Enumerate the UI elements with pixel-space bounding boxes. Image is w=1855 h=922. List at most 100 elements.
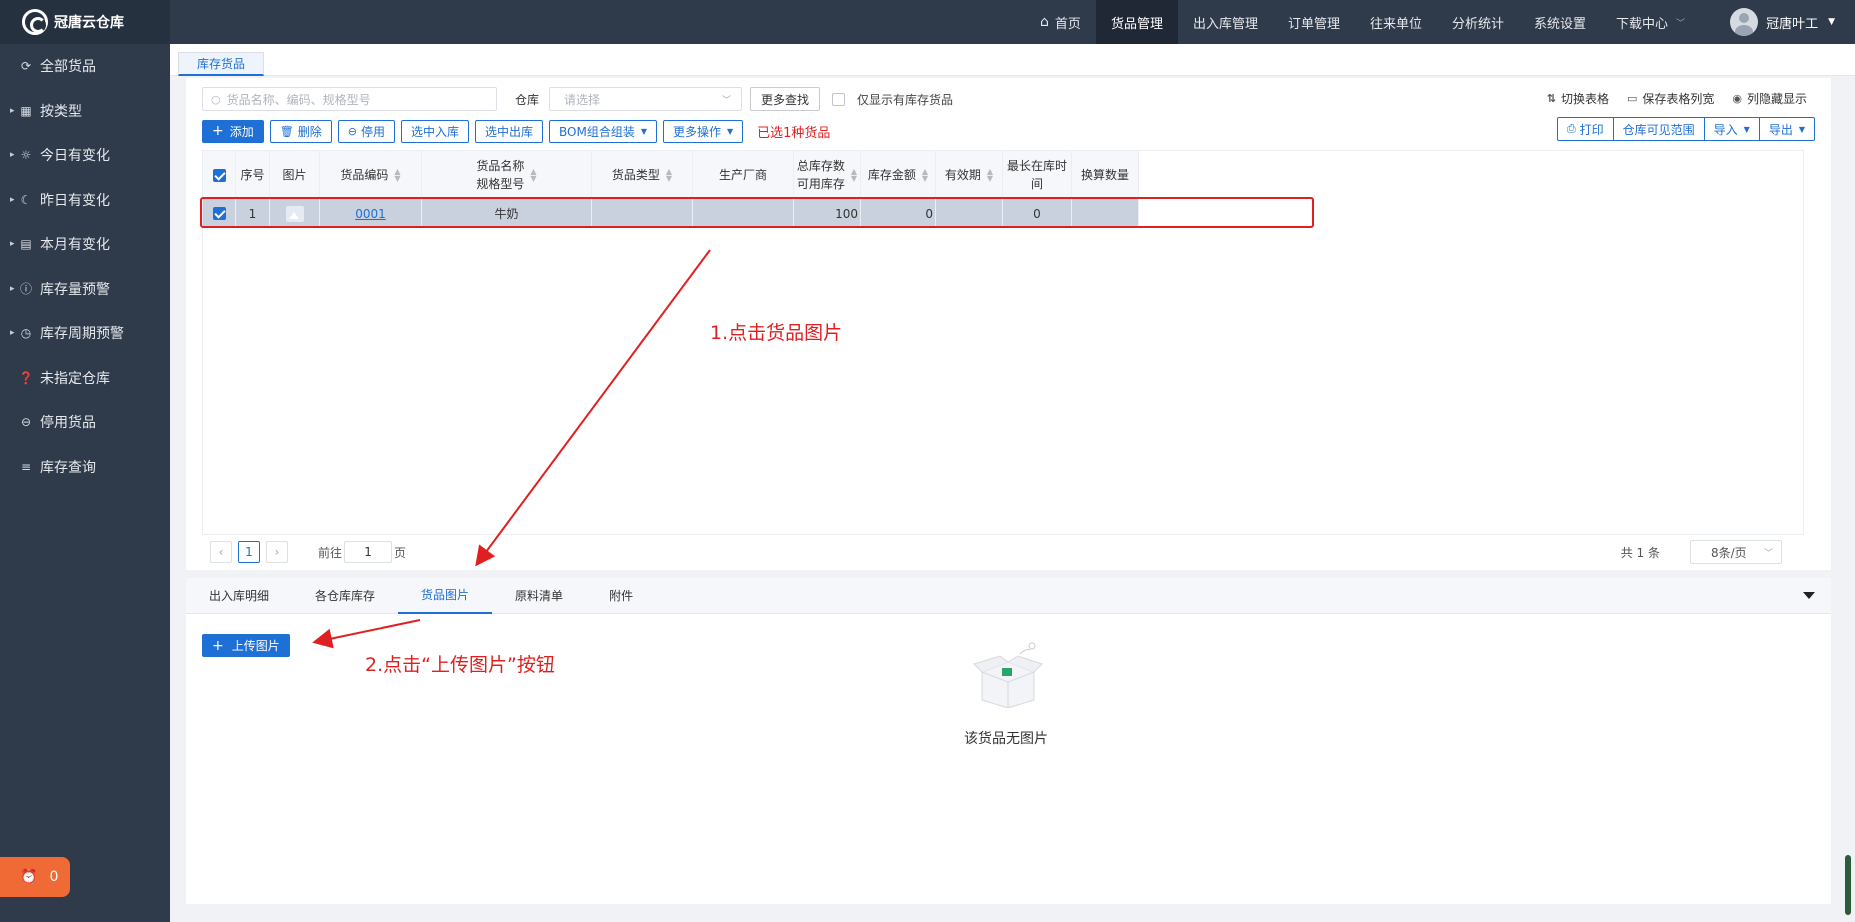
list-icon: ≡ [20, 459, 32, 474]
stock-out-button[interactable]: 选中出库 [474, 119, 543, 143]
nav-analytics[interactable]: 分析统计 [1437, 0, 1519, 44]
caret-right-icon: ▸ [10, 239, 15, 250]
next-page-button[interactable]: › [266, 541, 288, 563]
page-tab-bar: 库存货品 [170, 44, 1855, 76]
sidebar-item-7[interactable]: ❓ 未指定仓库 [0, 356, 170, 401]
sort-icon[interactable]: ▲ ▼ [666, 168, 672, 183]
tab-attachments[interactable]: 附件 [586, 578, 656, 614]
column-header-amount[interactable]: 库存金额 ▲ ▼ [861, 151, 936, 199]
nav-partners[interactable]: 往来单位 [1355, 0, 1437, 44]
add-button[interactable]: + 添加 [202, 119, 264, 143]
tab-inventory-goods[interactable]: 库存货品 [178, 52, 265, 76]
warehouse-select[interactable]: 请选择 ﹀ [549, 87, 743, 111]
cell-code[interactable]: 0001 [320, 199, 422, 228]
page-size-select[interactable]: 8条/页 ﹀ [1690, 540, 1782, 564]
moon-icon: ☾ [20, 192, 32, 207]
caret-right-icon: ▸ [10, 194, 15, 205]
nav-downloads[interactable]: 下载中心 ﹀ [1601, 0, 1700, 44]
grid-icon: ▦ [20, 103, 32, 118]
sort-icon[interactable]: ▲ ▼ [530, 168, 536, 183]
warehouse-visibility-button[interactable]: 仓库可见范围 [1612, 117, 1705, 141]
switch-table-link[interactable]: ⇅ 切换表格 [1547, 90, 1609, 107]
tab-goods-image[interactable]: 货品图片 [398, 578, 493, 614]
column-header-name[interactable]: 货品名称 规格型号 ▲ ▼ [422, 151, 592, 199]
row-checkbox[interactable] [212, 207, 226, 220]
sort-icon[interactable]: ▲ ▼ [394, 168, 400, 183]
sidebar-item-4[interactable]: ▸ ▤ 本月有变化 [0, 222, 170, 267]
goods-code-link[interactable]: 0001 [355, 207, 386, 221]
stock-in-button[interactable]: 选中入库 [400, 119, 469, 143]
more-actions-button[interactable]: 更多操作 ▼ [662, 119, 744, 143]
page-number-1[interactable]: 1 [238, 541, 260, 563]
sidebar-item-label: 全部货品 [40, 59, 96, 76]
delete-button[interactable]: 🗑 删除 [269, 119, 332, 143]
column-header-check[interactable] [203, 151, 236, 199]
print-button[interactable]: ⎙ 打印 [1556, 117, 1614, 141]
sort-icon[interactable]: ▲ ▼ [922, 168, 928, 183]
column-header-expiry[interactable]: 有效期 ▲ ▼ [936, 151, 1003, 199]
alert-icon: ⓘ [19, 282, 32, 297]
tab-materials[interactable]: 原料清单 [492, 578, 586, 614]
select-all-checkbox[interactable] [212, 168, 226, 182]
alarm-icon: ⏰ [20, 869, 38, 885]
prev-page-button[interactable]: ‹ [210, 541, 232, 563]
cell-img[interactable] [270, 199, 320, 228]
table-row[interactable]: 1 0001 牛奶 100 0 0 [203, 199, 1139, 228]
page-jump-input[interactable]: 1 [344, 541, 393, 563]
page-scrollbar[interactable] [1845, 855, 1851, 915]
table-scrollbar[interactable] [1791, 199, 1803, 535]
nav-goods[interactable]: 货品管理 [1095, 0, 1178, 44]
search-input[interactable]: ○ 货品名称、编码、规格型号 [202, 87, 497, 111]
sidebar-item-label: 昨日有变化 [40, 192, 110, 209]
sidebar-item-label: 库存量预警 [40, 281, 110, 298]
column-header-qty[interactable]: 总库存数 可用库存 ▲ ▼ [794, 151, 861, 199]
cell-expiry [936, 199, 1003, 228]
sort-icon[interactable]: ▲ ▼ [851, 168, 857, 183]
sidebar-item-label: 停用货品 [40, 415, 96, 432]
sidebar-item-8[interactable]: ⊖ 停用货品 [0, 400, 170, 445]
more-search-button[interactable]: 更多查找 [750, 87, 821, 111]
sort-icon[interactable]: ▲ ▼ [987, 168, 993, 183]
trash-icon: 🗑 [279, 124, 294, 138]
column-visibility-link[interactable]: ◉ 列隐藏显示 [1732, 90, 1807, 107]
app-title: 冠唐云仓库 [54, 15, 124, 31]
tab-warehouse-stock[interactable]: 各仓库库存 [292, 578, 398, 614]
sidebar-item-6[interactable]: ▸ ◷ 库存周期预警 [0, 311, 170, 356]
caret-down-icon: ▼ [727, 126, 734, 136]
caret-right-icon: ▸ [10, 150, 15, 161]
save-width-link[interactable]: ▭ 保存表格列宽 [1627, 90, 1714, 107]
nav-home[interactable]: ⌂ 首页 [1025, 0, 1096, 44]
search-toolbar: ○ 货品名称、编码、规格型号 仓库 请选择 ﹀ 更多查找 仅显示有库存货品 [202, 86, 953, 112]
cell-check[interactable] [203, 199, 236, 228]
import-button[interactable]: 导入 ▼ [1703, 117, 1760, 141]
nav-settings[interactable]: 系统设置 [1519, 0, 1601, 44]
user-menu[interactable]: 冠唐叶工 ▼ [1700, 8, 1855, 36]
bom-assemble-button[interactable]: BOM组合组装 ▼ [549, 119, 657, 143]
sidebar-item-label: 未指定仓库 [40, 370, 110, 387]
cell-amount: 0 [861, 199, 936, 228]
sidebar-item-3[interactable]: ▸ ☾ 昨日有变化 [0, 178, 170, 223]
tab-inout-detail[interactable]: 出入库明细 [186, 578, 292, 614]
only-stock-toggle[interactable]: 仅显示有库存货品 [832, 91, 953, 108]
collapse-toggle-icon[interactable] [1803, 592, 1815, 599]
nav-inout[interactable]: 出入库管理 [1178, 0, 1273, 44]
image-placeholder-icon[interactable] [285, 205, 304, 222]
only-stock-checkbox[interactable] [832, 92, 846, 106]
disable-button[interactable]: ⊖ 停用 [337, 119, 395, 143]
export-button[interactable]: 导出 ▼ [1758, 117, 1815, 141]
upload-image-button[interactable]: + 上传图片 [202, 634, 290, 657]
sidebar-item-9[interactable]: ≡ 库存查询 [0, 445, 170, 490]
alarm-button[interactable]: ⏰ 0 [0, 857, 70, 897]
sidebar-item-label: 库存查询 [40, 459, 96, 476]
nav-orders[interactable]: 订单管理 [1273, 0, 1355, 44]
column-header-code[interactable]: 货品编码 ▲ ▼ [320, 151, 422, 199]
sidebar-item-2[interactable]: ▸ ☼ 今日有变化 [0, 133, 170, 178]
sidebar-item-1[interactable]: ▸ ▦ 按类型 [0, 89, 170, 134]
export-button-group: ⎙ 打印 仓库可见范围 导入 ▼ 导出 ▼ [1556, 117, 1815, 141]
sidebar-item-5[interactable]: ▸ ⓘ 库存量预警 [0, 267, 170, 312]
caret-right-icon: ▸ [10, 105, 15, 116]
table-options: ⇅ 切换表格 ▭ 保存表格列宽 ◉ 列隐藏显示 [1529, 90, 1807, 107]
column-header-type[interactable]: 货品类型 ▲ ▼ [592, 151, 693, 199]
sidebar-item-0[interactable]: ⟳ 全部货品 [0, 44, 170, 89]
app-logo[interactable]: 冠唐云仓库 [0, 0, 170, 44]
